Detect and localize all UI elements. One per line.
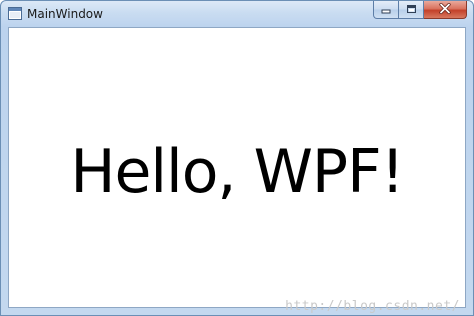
hello-text: Hello, WPF!: [70, 136, 404, 207]
client-area: Hello, WPF!: [8, 27, 466, 308]
watermark-text: http://blog.csdn.net/: [285, 299, 460, 314]
minimize-icon: [381, 1, 391, 19]
window-title: MainWindow: [27, 7, 103, 21]
window-app-icon[interactable]: [8, 7, 22, 20]
caption-buttons: [373, 1, 467, 20]
title-bar[interactable]: MainWindow: [1, 1, 473, 27]
close-icon: [439, 1, 451, 19]
maximize-button[interactable]: [399, 1, 424, 19]
close-button[interactable]: [424, 1, 467, 19]
minimize-button[interactable]: [373, 1, 399, 19]
maximize-icon: [406, 1, 417, 19]
main-window: MainWindow Hello, WPF!: [0, 0, 474, 316]
